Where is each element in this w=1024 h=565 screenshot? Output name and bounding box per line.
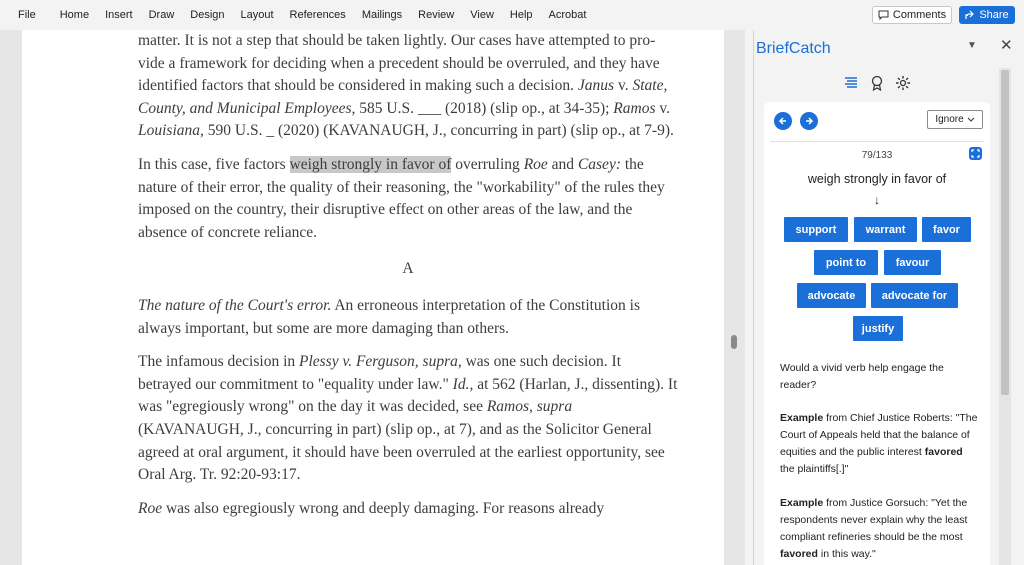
share-button[interactable]: Share bbox=[959, 6, 1015, 24]
award-icon[interactable] bbox=[868, 74, 886, 92]
menu-file[interactable]: File bbox=[0, 0, 52, 30]
menu-insert[interactable]: Insert bbox=[97, 0, 141, 30]
menu-design[interactable]: Design bbox=[182, 0, 232, 30]
previous-arrow-icon[interactable] bbox=[774, 112, 792, 130]
gear-icon[interactable] bbox=[894, 74, 912, 92]
comments-label: Comments bbox=[892, 9, 947, 21]
comments-button[interactable]: Comments bbox=[872, 6, 952, 24]
comment-icon bbox=[878, 10, 889, 20]
issue-counter: 79/133 bbox=[861, 150, 893, 161]
menu-mailings[interactable]: Mailings bbox=[354, 0, 410, 30]
flagged-phrase: weigh strongly in favor of bbox=[807, 172, 947, 186]
suggestion-card: Ignore 79/133 weigh strongly in favor of… bbox=[764, 102, 990, 565]
suggestion-favour[interactable]: favour bbox=[884, 250, 941, 275]
highlighted-phrase[interactable]: weigh strongly in favor of bbox=[289, 155, 452, 173]
menu-draw[interactable]: Draw bbox=[141, 0, 183, 30]
expand-icon[interactable] bbox=[969, 147, 982, 160]
menu-review[interactable]: Review bbox=[410, 0, 462, 30]
suggestion-advocate[interactable]: advocate bbox=[797, 283, 866, 308]
paragraph-3: The nature of the Court's error. An erro… bbox=[138, 296, 641, 337]
suggestion-justify[interactable]: justify bbox=[853, 316, 903, 341]
paragraph-4: The infamous decision in Plessy v. Fergu… bbox=[138, 353, 678, 484]
suggestion-question: Would a vivid verb help engage the reade… bbox=[780, 362, 944, 391]
document-area: matter. It is not a step that should be … bbox=[0, 30, 745, 565]
share-label: Share bbox=[979, 9, 1009, 21]
ignore-dropdown[interactable]: Ignore bbox=[927, 110, 983, 129]
menu-layout[interactable]: Layout bbox=[233, 0, 282, 30]
panel-options-icon[interactable]: ▼ bbox=[967, 40, 977, 51]
list-icon[interactable] bbox=[842, 74, 860, 92]
suggestion-support[interactable]: support bbox=[784, 217, 848, 242]
ribbon-menu-bar: File Home Insert Draw Design Layout Refe… bbox=[0, 0, 1024, 30]
section-heading: A bbox=[402, 260, 414, 278]
briefcatch-panel: BriefCatch ▼ ✕ Ignore 79/133 weigh stron bbox=[753, 30, 1024, 565]
next-arrow-icon[interactable] bbox=[800, 112, 818, 130]
suggestion-point-to[interactable]: point to bbox=[814, 250, 878, 275]
document-body: matter. It is not a step that should be … bbox=[138, 30, 678, 531]
suggestion-advocate-for[interactable]: advocate for bbox=[871, 283, 958, 308]
paragraph-5: Roe was also egregiously wrong and deepl… bbox=[138, 499, 605, 517]
menu-help[interactable]: Help bbox=[502, 0, 541, 30]
panel-scrollbar-thumb[interactable] bbox=[1001, 70, 1009, 395]
ignore-label: Ignore bbox=[935, 114, 964, 125]
suggestion-favor[interactable]: favor bbox=[922, 217, 971, 242]
document-scrollbar-thumb[interactable] bbox=[731, 335, 737, 349]
share-icon bbox=[965, 10, 975, 19]
arrow-down-icon: ↓ bbox=[874, 193, 880, 207]
menu-acrobat[interactable]: Acrobat bbox=[541, 0, 595, 30]
suggestion-warrant[interactable]: warrant bbox=[854, 217, 917, 242]
document-page[interactable]: matter. It is not a step that should be … bbox=[22, 30, 724, 565]
close-icon[interactable]: ✕ bbox=[1000, 36, 1013, 54]
paragraph-2: In this case, five factors weigh strongl… bbox=[138, 155, 665, 241]
example-roberts: Example from Chief Justice Roberts: "The… bbox=[780, 412, 978, 475]
menu-home[interactable]: Home bbox=[52, 0, 97, 30]
card-divider bbox=[770, 141, 984, 142]
panel-toolbar bbox=[842, 74, 912, 92]
chevron-down-icon bbox=[967, 117, 975, 122]
panel-title: BriefCatch bbox=[756, 40, 831, 57]
example-gorsuch: Example from Justice Gorsuch: "Yet the r… bbox=[780, 497, 968, 560]
paragraph-1: matter. It is not a step that should be … bbox=[138, 32, 674, 140]
menu-view[interactable]: View bbox=[462, 0, 502, 30]
menu-references[interactable]: References bbox=[282, 0, 354, 30]
